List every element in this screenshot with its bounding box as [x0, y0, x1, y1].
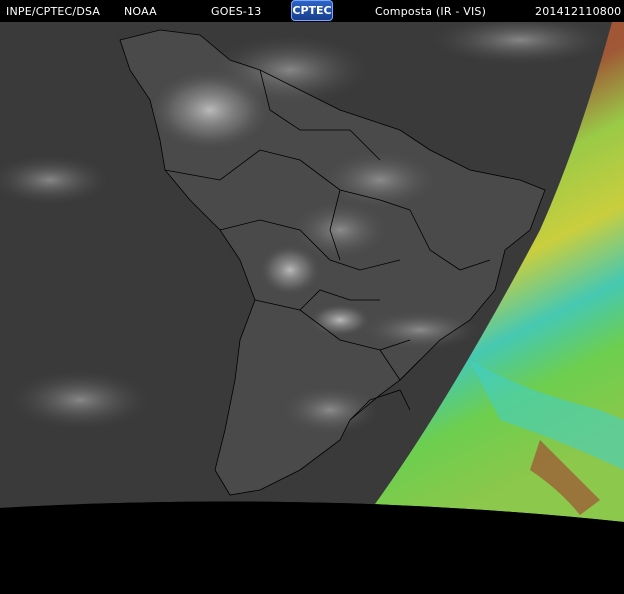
cptec-logo: CPTEC	[291, 0, 333, 21]
satellite-image	[0, 22, 624, 594]
logo-text: CPTEC	[292, 4, 332, 17]
cloud-mass	[210, 35, 370, 105]
ir-imagery-layer	[0, 22, 624, 522]
cloud-mass	[290, 200, 390, 260]
cloud-mass	[10, 370, 150, 430]
source-label: INPE/CPTEC/DSA	[6, 5, 101, 18]
product-label: Composta (IR - VIS)	[375, 5, 487, 18]
cloud-mass	[360, 310, 480, 350]
satellite-label: GOES-13	[211, 5, 262, 18]
agency-label: NOAA	[124, 5, 157, 18]
space-background	[0, 501, 624, 594]
cloud-mass	[280, 385, 380, 435]
image-header: INPE/CPTEC/DSA NOAA GOES-13 CPTEC Compos…	[0, 0, 624, 22]
timestamp-label: 201412110800	[535, 5, 622, 18]
